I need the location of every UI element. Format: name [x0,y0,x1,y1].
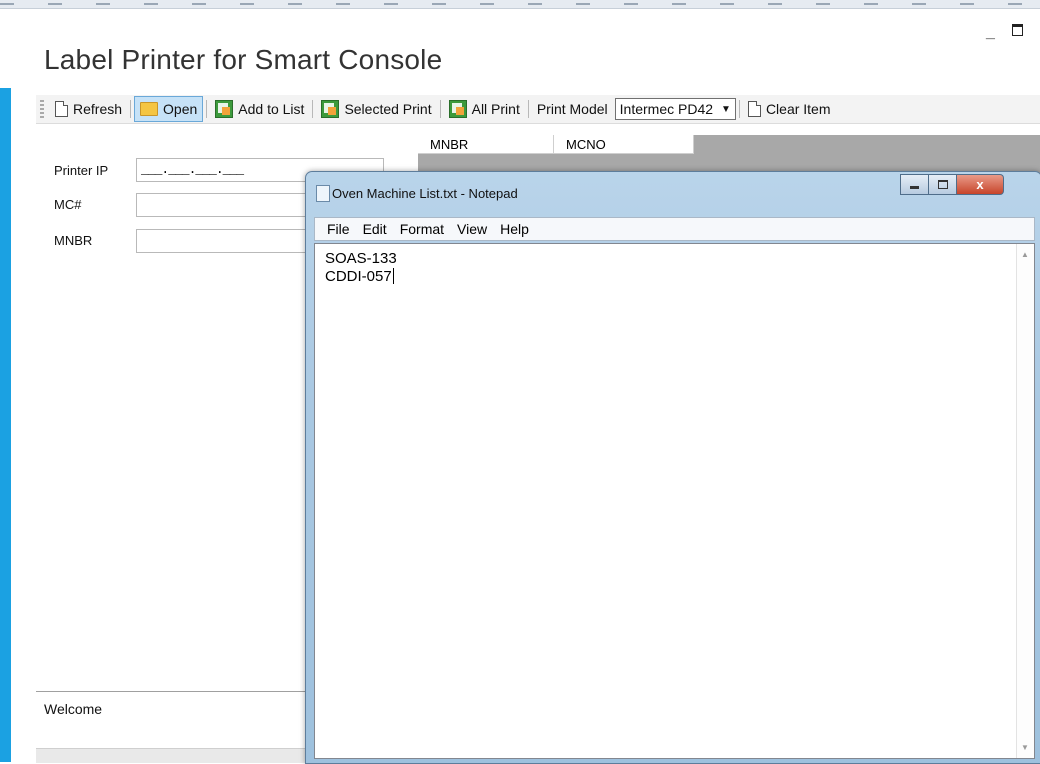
grid-column-mcno[interactable]: MCNO [554,135,694,154]
notepad-window[interactable]: Oven Machine List.txt - Notepad x File E… [305,171,1040,764]
mc-label: MC# [54,197,82,212]
open-button[interactable]: Open [134,96,204,122]
print-model-value: Intermec PD42 [619,101,714,117]
page-icon [55,101,68,117]
taskbar-strip [0,0,1040,9]
folder-icon [140,102,159,116]
grid-column-mnbr[interactable]: MNBR [418,135,554,154]
spreadsheet-icon [448,100,467,118]
refresh-button[interactable]: Refresh [50,97,127,121]
toolbar: Refresh Open Add to List Selected Print … [36,95,1040,124]
print-model-label-container: Print Model [532,97,613,121]
notepad-maximize-button[interactable] [929,174,957,195]
notepad-menubar: File Edit Format View Help [314,217,1035,241]
grid-header: MNBR MCNO [418,135,694,154]
menu-help[interactable]: Help [500,221,529,237]
minimize-button[interactable]: _ [986,24,995,42]
toolbar-separator [738,100,740,118]
notepad-icon [316,185,330,202]
clear-item-label: Clear Item [765,101,831,117]
taskbar-icons-strip [0,3,1040,5]
notepad-minimize-button[interactable] [900,174,929,195]
toolbar-separator [312,100,314,118]
add-to-list-button[interactable]: Add to List [210,97,309,121]
bottom-scrollbar[interactable] [36,748,321,763]
notepad-text-area[interactable]: SOAS-133 CDDI-057 ▲ ▼ [314,243,1035,759]
maximize-button[interactable] [1012,24,1023,36]
notepad-vertical-scrollbar[interactable]: ▲ ▼ [1016,244,1034,758]
notepad-window-controls: x [900,174,1004,195]
chevron-down-icon: ▼ [721,103,731,115]
status-divider [36,691,321,692]
spreadsheet-icon [321,100,340,118]
maximize-icon [937,180,948,189]
printer-ip-mask: ___.___.___.___ [141,162,244,177]
menu-format[interactable]: Format [400,221,444,237]
menu-view[interactable]: View [457,221,487,237]
open-label: Open [163,101,198,117]
refresh-label: Refresh [73,101,123,117]
toolbar-separator [527,100,529,118]
scroll-down-icon[interactable]: ▼ [1021,743,1029,752]
print-model-label: Print Model [536,101,608,117]
app-title: Label Printer for Smart Console [44,44,443,75]
print-model-select[interactable]: Intermec PD42 ▼ [614,98,736,120]
spreadsheet-icon [215,100,234,118]
scroll-up-icon[interactable]: ▲ [1021,250,1029,259]
notepad-title: Oven Machine List.txt - Notepad [332,186,518,201]
notepad-content: SOAS-133 CDDI-057 [325,250,397,286]
accent-bar [0,88,11,762]
all-print-label: All Print [471,101,520,117]
toolbar-separator [130,100,132,118]
toolbar-grip[interactable] [40,100,44,118]
selected-print-button[interactable]: Selected Print [316,97,436,121]
menu-file[interactable]: File [327,221,350,237]
all-print-button[interactable]: All Print [444,97,525,121]
add-to-list-label: Add to List [238,101,305,117]
toolbar-separator [206,100,208,118]
status-text: Welcome [44,701,103,717]
text-caret [392,268,394,284]
toolbar-separator [439,100,441,118]
selected-print-label: Selected Print [344,101,432,117]
text-line: SOAS-133 [325,250,397,267]
menu-edit[interactable]: Edit [363,221,387,237]
text-line: CDDI-057 [325,268,392,285]
minimize-icon [910,186,919,189]
page-icon [747,101,761,117]
printer-ip-label: Printer IP [54,163,109,178]
text-line-with-caret: CDDI-057 [325,268,397,286]
notepad-close-button[interactable]: x [957,174,1004,195]
mnbr-label: MNBR [54,233,93,248]
clear-item-button[interactable]: Clear Item [743,97,836,121]
